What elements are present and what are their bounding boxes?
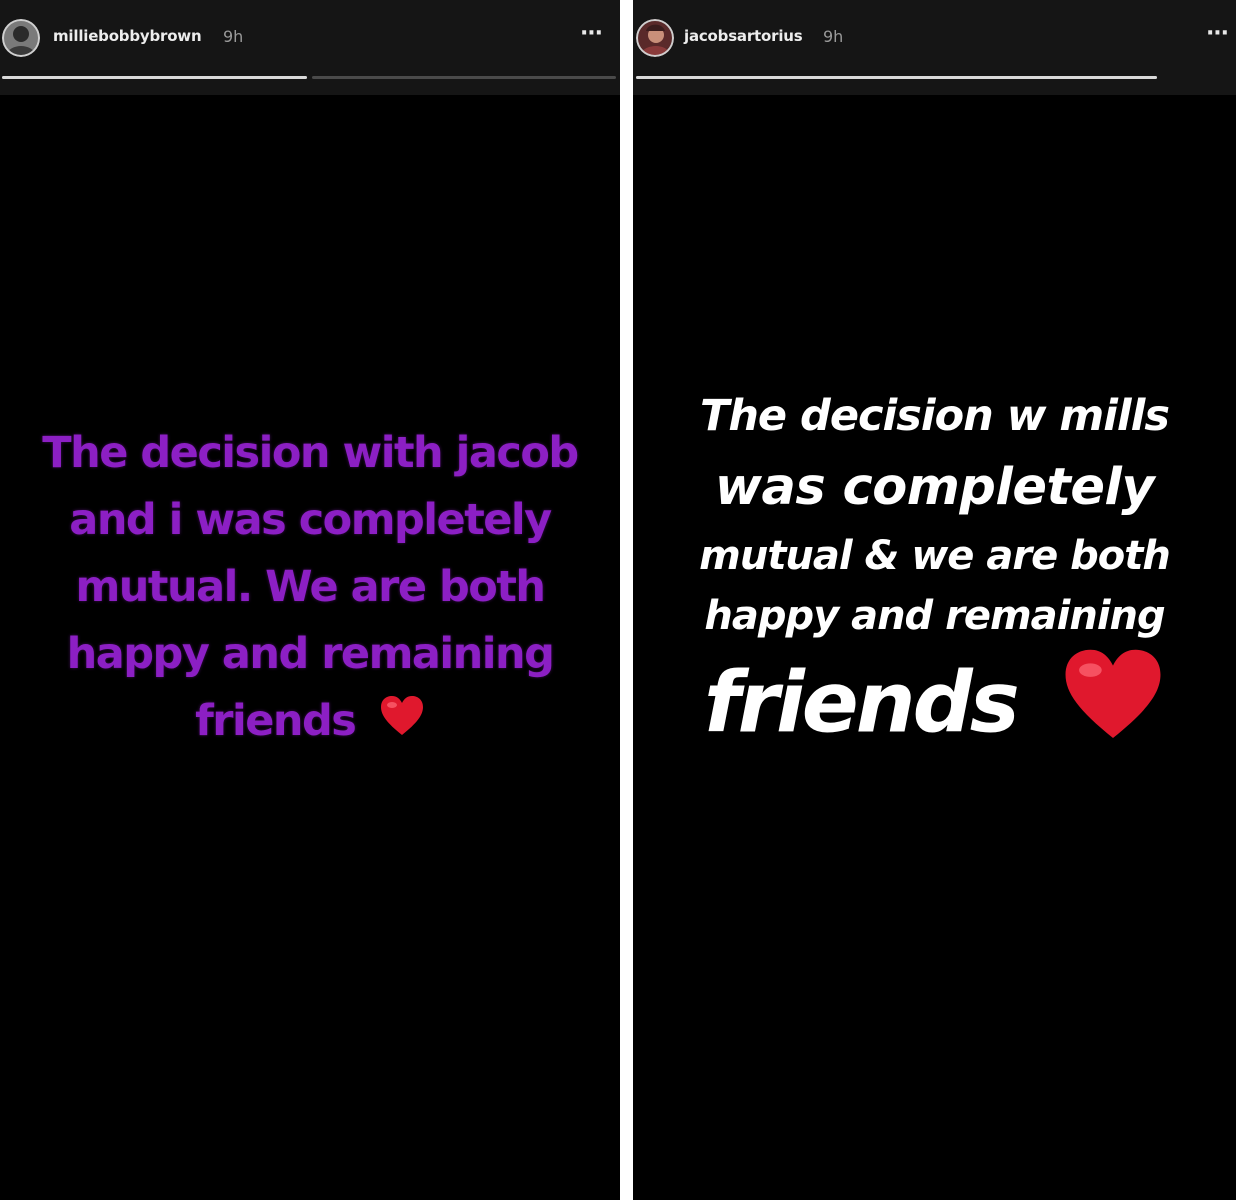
progress-segment-2 (312, 76, 616, 79)
caption-line: happy and remaining (704, 593, 1165, 639)
username[interactable]: jacobsartorius (684, 27, 803, 45)
progress-fill (636, 76, 1157, 79)
story-header: jacobsartorius 9h ··· (633, 0, 1236, 95)
story-caption: The decision with jacob and i was comple… (0, 420, 620, 757)
progress-fill (2, 76, 307, 79)
caption-line-last: friends (0, 688, 620, 757)
caption-line: mutual & we are both (699, 533, 1171, 579)
story-panel-milliebobbybrown[interactable]: milliebobbybrown 9h ··· The decision wit… (0, 0, 620, 1200)
profile-avatar[interactable] (2, 19, 40, 57)
caption-line-last: friends (633, 646, 1236, 771)
more-options-icon[interactable]: ··· (577, 23, 605, 48)
heart-icon (1061, 646, 1165, 771)
story-header: milliebobbybrown 9h ··· (0, 0, 620, 95)
caption-line: and i was completely (69, 495, 552, 545)
progress-segment-1 (2, 76, 307, 79)
post-time: 9h (223, 27, 244, 46)
story-panel-jacobsartorius[interactable]: jacobsartorius 9h ··· The decision w mil… (633, 0, 1236, 1200)
caption-line: The decision with jacob (42, 428, 579, 478)
caption-line: friends (195, 696, 357, 746)
progress-segment-1 (636, 76, 1157, 79)
caption-line: was completely (714, 458, 1155, 517)
caption-line: friends (704, 653, 1020, 752)
heart-icon (379, 690, 425, 757)
more-options-icon[interactable]: ··· (1203, 23, 1231, 48)
caption-line: happy and remaining (66, 629, 555, 679)
caption-line: The decision w mills (699, 391, 1170, 441)
post-time: 9h (823, 27, 844, 46)
story-caption: The decision w mills was completely mutu… (633, 382, 1236, 771)
profile-avatar[interactable] (636, 19, 674, 57)
caption-line: mutual. We are both (75, 562, 546, 612)
username[interactable]: milliebobbybrown (53, 27, 202, 45)
